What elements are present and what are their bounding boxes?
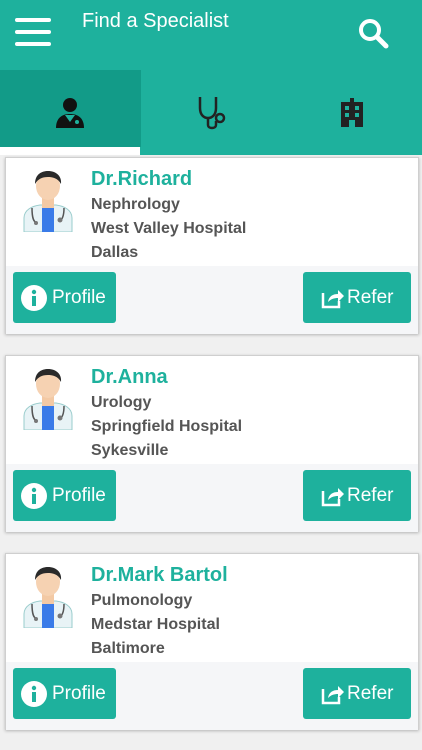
specialist-city: Sykesville <box>91 442 169 459</box>
card-actions: Profile Refer <box>6 662 418 730</box>
search-icon[interactable] <box>356 16 392 52</box>
doctor-avatar-icon <box>23 171 73 232</box>
specialist-hospital: Medstar Hospital <box>91 616 220 633</box>
share-icon <box>321 289 344 308</box>
info-icon <box>21 482 47 509</box>
doctor-icon <box>56 97 85 128</box>
profile-button-label: Profile <box>52 484 106 506</box>
tab-hospitals[interactable] <box>281 70 422 155</box>
profile-button[interactable]: Profile <box>13 272 116 323</box>
refer-button[interactable]: Refer <box>303 272 411 323</box>
specialist-city: Baltimore <box>91 640 165 657</box>
active-tab-indicator <box>0 147 140 155</box>
specialist-name: Dr.Richard <box>91 168 193 190</box>
info-icon <box>21 680 47 707</box>
specialist-card: Dr.Mark Bartol Pulmonology Medstar Hospi… <box>5 553 419 730</box>
profile-button[interactable]: Profile <box>13 470 116 521</box>
share-icon <box>321 487 344 506</box>
refer-button[interactable]: Refer <box>303 470 411 521</box>
specialist-card: Dr.Anna Urology Springfield Hospital Syk… <box>5 355 419 532</box>
card-actions: Profile Refer <box>6 464 418 532</box>
specialist-specialty: Pulmonology <box>91 592 193 609</box>
profile-button-label: Profile <box>52 682 106 704</box>
doctor-avatar-icon <box>23 567 73 628</box>
specialist-card: Dr.Richard Nephrology West Valley Hospit… <box>5 157 419 334</box>
tab-bar <box>0 70 422 155</box>
specialist-hospital: Springfield Hospital <box>91 418 243 435</box>
specialist-specialty: Nephrology <box>91 196 180 213</box>
share-icon <box>321 685 344 704</box>
hospital-icon <box>340 97 363 127</box>
tab-doctors[interactable] <box>0 70 141 155</box>
stethoscope-icon <box>198 96 226 129</box>
specialist-name: Dr.Mark Bartol <box>91 564 228 586</box>
refer-button[interactable]: Refer <box>303 668 411 719</box>
tab-specialties[interactable] <box>141 70 282 155</box>
doctor-avatar-icon <box>23 369 73 430</box>
profile-button-label: Profile <box>52 286 106 308</box>
refer-button-label: Refer <box>347 286 394 308</box>
page-title: Find a Specialist <box>82 10 229 32</box>
app-bar: Find a Specialist <box>0 0 422 70</box>
menu-icon[interactable] <box>15 18 51 46</box>
specialist-city: Dallas <box>91 244 139 261</box>
refer-button-label: Refer <box>347 682 394 704</box>
tab-indicator-bar <box>0 147 422 155</box>
card-actions: Profile Refer <box>6 266 418 334</box>
info-icon <box>21 284 47 311</box>
specialist-hospital: West Valley Hospital <box>91 220 247 237</box>
profile-button[interactable]: Profile <box>13 668 116 719</box>
specialist-name: Dr.Anna <box>91 366 168 388</box>
refer-button-label: Refer <box>347 484 394 506</box>
specialist-specialty: Urology <box>91 394 152 411</box>
